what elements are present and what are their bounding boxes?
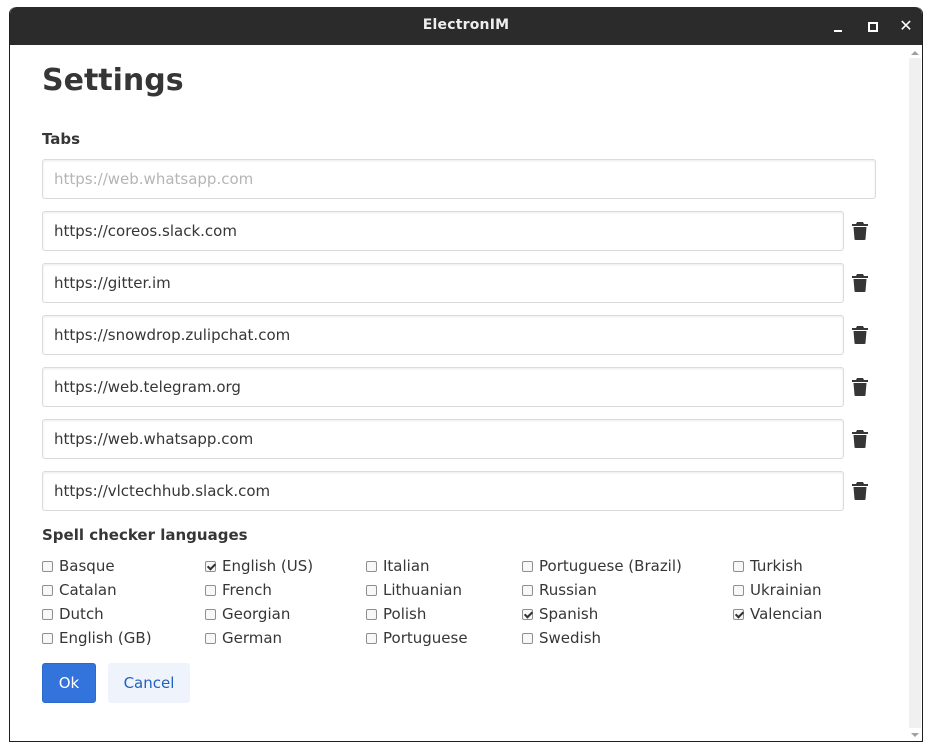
trash-icon[interactable] [852,274,868,292]
tab-row [42,419,882,459]
tab-row [42,211,882,251]
language-option[interactable]: Spanish [522,603,598,625]
language-label: Italian [383,557,430,575]
scroll-down-arrow-icon[interactable] [911,733,919,737]
language-checkbox[interactable] [205,608,216,620]
tab-row [42,471,882,511]
trash-icon[interactable] [852,430,868,448]
tab-url-input[interactable] [42,315,844,355]
language-checkbox[interactable] [205,560,216,572]
language-checkbox[interactable] [733,584,744,596]
language-label: Georgian [222,605,291,623]
spell-checker-label: Spell checker languages [42,526,248,544]
language-label: Portuguese (Brazil) [539,557,682,575]
language-label: Turkish [750,557,803,575]
scrollbar-thumb[interactable] [909,58,921,728]
language-checkbox[interactable] [733,560,744,572]
language-option[interactable]: Georgian [205,603,290,625]
language-checkbox[interactable] [366,608,377,620]
language-option[interactable]: French [205,579,272,601]
ok-button[interactable]: Ok [42,663,96,703]
language-option[interactable]: Russian [522,579,597,601]
language-checkbox[interactable] [522,560,533,572]
trash-icon[interactable] [852,482,868,500]
language-checkbox[interactable] [42,608,53,620]
language-option[interactable]: Portuguese (Brazil) [522,555,682,577]
vertical-scrollbar[interactable] [908,45,922,741]
language-label: Basque [59,557,115,575]
language-option[interactable]: English (US) [205,555,313,577]
language-label: Spanish [539,605,599,623]
language-option[interactable]: Turkish [733,555,803,577]
page-title: Settings [42,63,184,98]
language-label: English (GB) [59,629,152,647]
close-icon[interactable]: ✕ [895,16,917,36]
language-checkbox[interactable] [522,608,533,620]
language-checkbox[interactable] [205,632,216,644]
tabs-label: Tabs [42,130,81,148]
trash-icon[interactable] [852,326,868,344]
language-option[interactable]: Italian [366,555,430,577]
tab-url-input[interactable] [42,471,844,511]
cancel-button[interactable]: Cancel [108,663,190,703]
language-label: Catalan [59,581,117,599]
scroll-up-arrow-icon[interactable] [911,51,919,55]
window-title: ElectronIM [422,17,510,33]
language-checkbox[interactable] [366,632,377,644]
tab-url-input[interactable] [42,211,844,251]
language-option[interactable]: Basque [42,555,115,577]
language-checkbox[interactable] [366,584,377,596]
title-bar[interactable]: ElectronIM ✕ [10,7,922,45]
language-checkbox[interactable] [42,632,53,644]
trash-icon[interactable] [852,222,868,240]
trash-icon[interactable] [852,378,868,396]
language-label: Dutch [59,605,104,623]
language-option[interactable]: Portuguese [366,627,468,649]
language-checkbox[interactable] [522,632,533,644]
language-label: English (US) [222,557,314,575]
language-option[interactable]: Dutch [42,603,104,625]
language-option[interactable]: Ukrainian [733,579,822,601]
language-option[interactable]: Catalan [42,579,117,601]
new-tab-input[interactable] [42,159,876,199]
language-label: Ukrainian [750,581,822,599]
maximize-icon[interactable] [861,16,883,36]
tab-url-input[interactable] [42,367,844,407]
tab-url-input[interactable] [42,263,844,303]
language-label: Portuguese [383,629,468,647]
tab-row [42,315,882,355]
language-label: Valencian [750,605,823,623]
tab-url-input[interactable] [42,419,844,459]
language-label: Russian [539,581,597,599]
language-option[interactable]: German [205,627,282,649]
app-window: ElectronIM ✕ Settings Tabs Spell checker… [9,7,923,742]
language-label: German [222,629,283,647]
language-label: Lithuanian [383,581,462,599]
language-option[interactable]: Lithuanian [366,579,462,601]
language-option[interactable]: Swedish [522,627,601,649]
language-label: Swedish [539,629,602,647]
tab-row [42,263,882,303]
language-option[interactable]: Valencian [733,603,822,625]
language-checkbox[interactable] [366,560,377,572]
language-label: Polish [383,605,427,623]
language-checkbox[interactable] [205,584,216,596]
language-option[interactable]: English (GB) [42,627,152,649]
language-checkbox[interactable] [733,608,744,620]
language-option[interactable]: Polish [366,603,426,625]
language-checkbox[interactable] [42,584,53,596]
language-list: Basque Catalan Dutch English (GB) English (U… [42,555,882,655]
tab-row [42,367,882,407]
minimize-icon[interactable] [827,16,849,36]
language-checkbox[interactable] [522,584,533,596]
language-label: French [222,581,272,599]
language-checkbox[interactable] [42,560,53,572]
